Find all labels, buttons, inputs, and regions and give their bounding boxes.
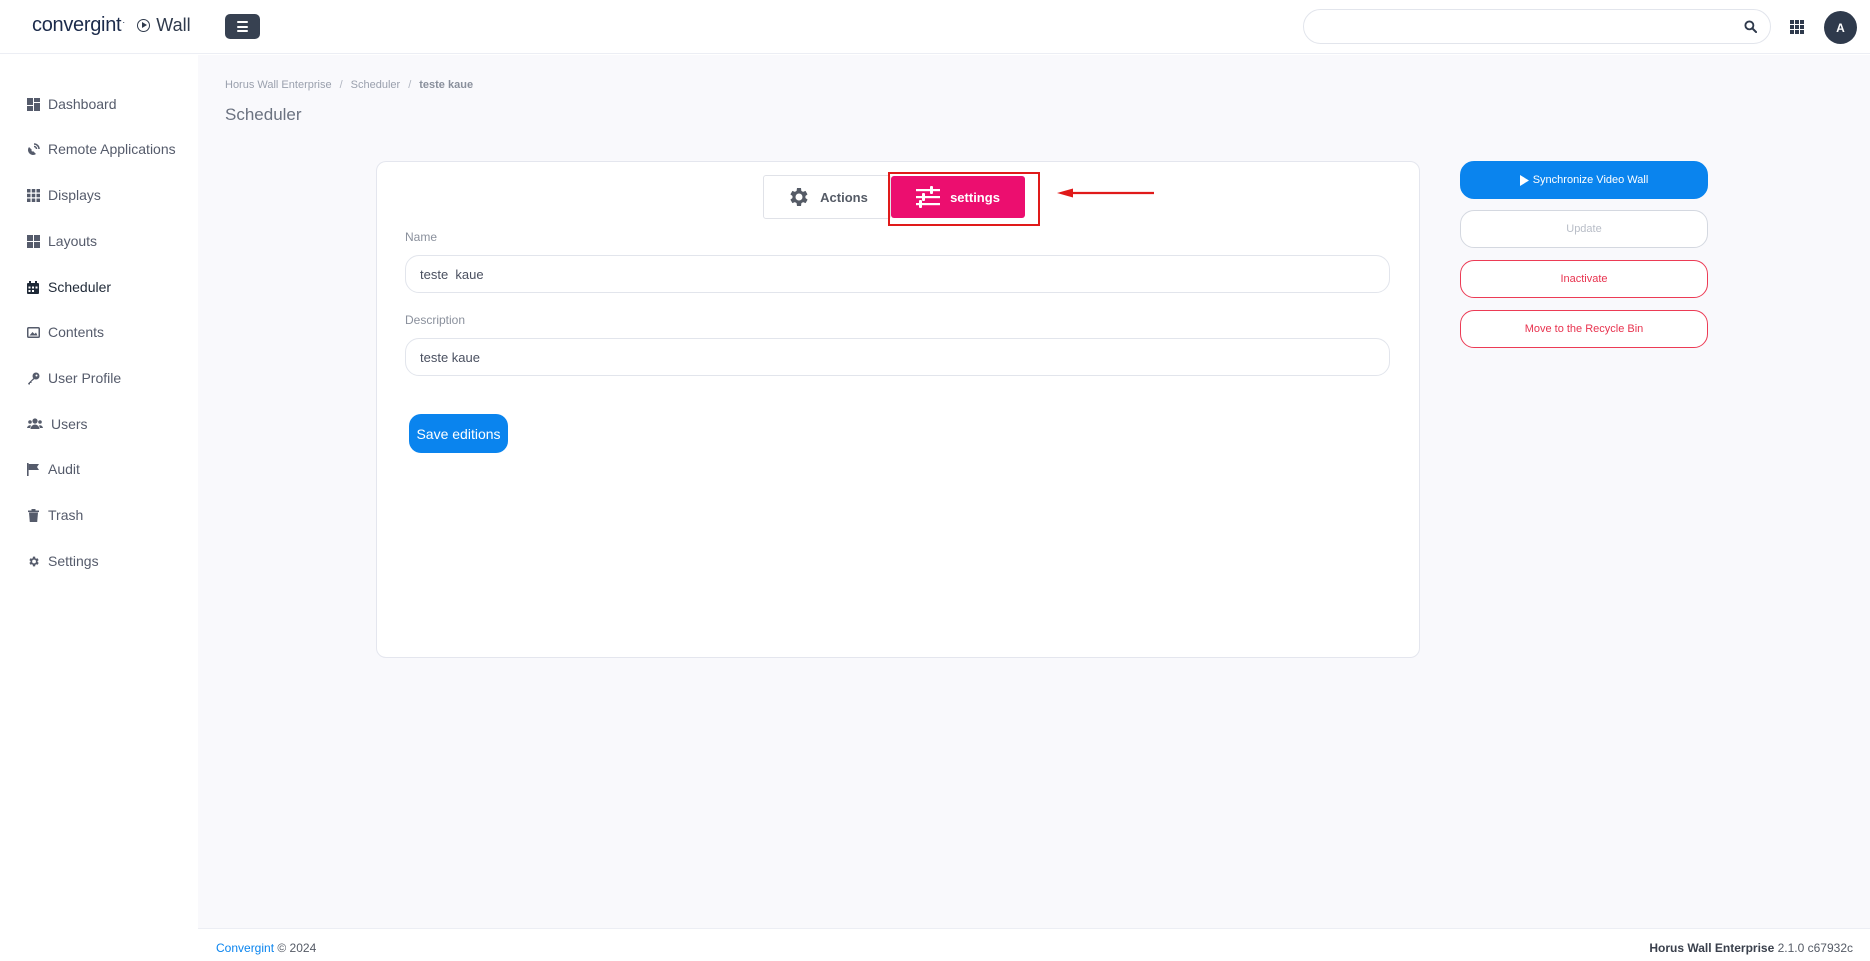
name-field[interactable] <box>405 255 1390 293</box>
footer: Convergint © 2024 Horus Wall Enterprise … <box>198 928 1870 961</box>
key-icon <box>26 371 40 385</box>
image-icon <box>26 325 40 339</box>
play-icon <box>1519 174 1529 186</box>
footer-version: Horus Wall Enterprise 2.1.0 c67932c <box>1649 941 1853 955</box>
hamburger-icon <box>237 21 248 23</box>
sidebar-item-label: Displays <box>48 187 101 203</box>
sidebar-item-label: Remote Applications <box>48 141 176 157</box>
sidebar-item-contents[interactable]: Contents <box>26 320 104 344</box>
sidebar-item-label: Trash <box>48 507 84 523</box>
sidebar-item-label: Layouts <box>48 233 98 249</box>
synchronize-video-wall-button[interactable]: Synchronize Video Wall <box>1460 161 1708 199</box>
page-title: Scheduler <box>225 105 302 124</box>
users-icon <box>26 417 43 431</box>
breadcrumb-current: teste kaue <box>419 79 474 91</box>
top-bar: convergint · Wall A <box>0 0 1870 54</box>
play-circle-icon <box>137 19 151 32</box>
inactivate-button[interactable]: Inactivate <box>1460 260 1708 298</box>
sidebar-item-user-profile[interactable]: User Profile <box>26 366 121 390</box>
save-editions-button[interactable]: Save editions <box>409 414 508 453</box>
layout-icon <box>26 234 40 248</box>
search-input[interactable] <box>1304 10 1724 43</box>
footer-version-text: 2.1.0 c67932c <box>1777 941 1853 955</box>
breadcrumb-separator: / <box>408 79 412 91</box>
dashboard-icon <box>26 97 40 111</box>
sidebar-item-displays[interactable]: Displays <box>26 183 101 207</box>
description-label: Description <box>405 313 466 327</box>
footer-copyright: Convergint © 2024 <box>216 941 316 955</box>
move-to-recycle-bin-button[interactable]: Move to the Recycle Bin <box>1460 310 1708 348</box>
search-icon[interactable] <box>1744 20 1757 33</box>
sidebar-item-scheduler[interactable]: Scheduler <box>26 275 111 299</box>
logo[interactable]: convergint · Wall <box>32 14 191 37</box>
sidebar-item-label: User Profile <box>48 370 122 386</box>
name-label: Name <box>405 230 438 244</box>
grid-icon <box>26 188 40 202</box>
sidebar-item-label: Scheduler <box>48 279 112 295</box>
satellite-dish-icon <box>26 142 40 156</box>
sidebar-item-settings[interactable]: Settings <box>26 549 99 573</box>
annotation-highlight-box <box>888 172 1040 226</box>
footer-brand-link[interactable]: Convergint <box>216 941 274 955</box>
menu-toggle-button[interactable] <box>225 14 260 39</box>
calendar-icon <box>26 280 40 294</box>
sidebar-item-label: Audit <box>48 461 80 477</box>
search-box[interactable] <box>1303 9 1771 44</box>
apps-grid-icon[interactable] <box>1790 20 1804 34</box>
sidebar-item-label: Settings <box>48 553 99 569</box>
logo-text: convergint <box>32 14 122 36</box>
button-label: Synchronize Video Wall <box>1532 174 1649 186</box>
breadcrumb: Horus Wall Enterprise / Scheduler / test… <box>225 79 473 91</box>
breadcrumb-separator: / <box>339 79 343 91</box>
update-button[interactable]: Update <box>1460 210 1708 248</box>
sidebar-item-trash[interactable]: Trash <box>26 503 83 527</box>
flag-icon <box>26 462 40 476</box>
product-name: Wall <box>156 15 191 35</box>
sidebar-item-label: Contents <box>48 324 105 340</box>
description-field[interactable] <box>405 338 1390 376</box>
gear-icon <box>790 188 808 206</box>
tab-label: Actions <box>820 189 868 205</box>
breadcrumb-item[interactable]: Scheduler <box>351 79 401 91</box>
sidebar-item-layouts[interactable]: Layouts <box>26 229 97 253</box>
sidebar-item-remote-applications[interactable]: Remote Applications <box>26 137 176 161</box>
gear-icon <box>26 554 40 568</box>
sidebar-item-label: Dashboard <box>48 96 117 112</box>
breadcrumb-item[interactable]: Horus Wall Enterprise <box>225 79 332 91</box>
footer-copyright-text: © 2024 <box>277 941 317 955</box>
annotation-arrow-icon <box>1057 188 1154 198</box>
scheduler-card: Actions settings Name Description Save e… <box>376 161 1420 658</box>
footer-product-name: Horus Wall Enterprise <box>1649 941 1775 955</box>
sidebar-item-dashboard[interactable]: Dashboard <box>26 92 117 116</box>
sidebar-item-label: Users <box>51 416 88 432</box>
sidebar: Dashboard Remote Applications Displays L… <box>0 55 198 961</box>
logo-mark: · <box>122 16 126 27</box>
main-content: Horus Wall Enterprise / Scheduler / test… <box>198 55 1870 928</box>
avatar[interactable]: A <box>1824 11 1857 44</box>
sidebar-item-audit[interactable]: Audit <box>26 457 80 481</box>
tab-actions[interactable]: Actions <box>763 175 891 219</box>
sidebar-item-users[interactable]: Users <box>26 412 88 436</box>
trash-icon <box>26 508 40 522</box>
